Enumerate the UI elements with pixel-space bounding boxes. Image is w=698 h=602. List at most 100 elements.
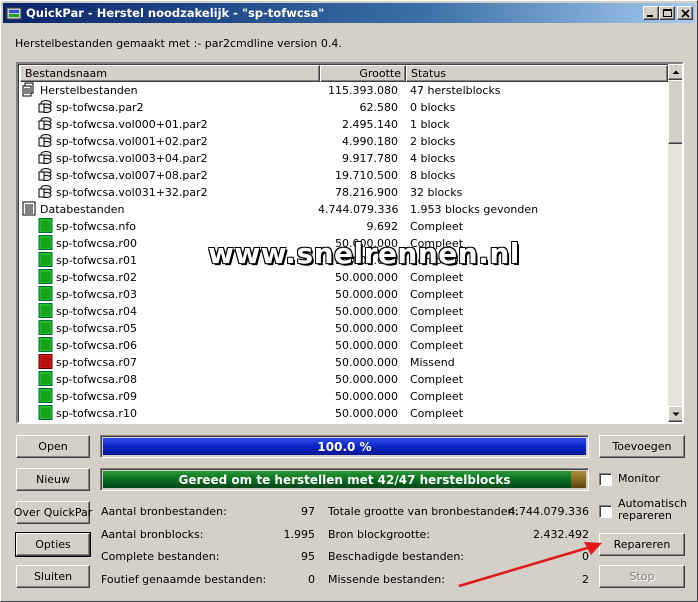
file-name: sp-tofwcsa.vol001+02.par2 (56, 135, 208, 148)
file-size: 50.000.000 (335, 373, 398, 386)
file-row[interactable]: sp-tofwcsa.vol001+02.par2 4.990.180 2 bloc… (20, 133, 668, 150)
file-row[interactable]: sp-tofwcsa.r07 50.000.000 Missend (20, 353, 668, 371)
file-status: Compleet (410, 373, 464, 386)
file-name-cell: sp-tofwcsa.r02 (38, 268, 137, 287)
file-row[interactable]: sp-tofwcsa.r04 50.000.000 Compleet (20, 302, 668, 320)
title-bar[interactable]: QuickPar - Herstel noodzakelijk - "sp-to… (3, 3, 695, 23)
complete-file-icon (38, 370, 56, 389)
file-row[interactable]: sp-tofwcsa.r10 50.000.000 Compleet (20, 404, 668, 422)
file-name: sp-tofwcsa.par2 (56, 101, 144, 114)
verify-progress-text: 100.0 % (317, 440, 372, 454)
file-row[interactable]: sp-tofwcsa.r03 50.000.000 Compleet (20, 285, 668, 303)
file-status: 4 blocks (410, 152, 456, 165)
close-button[interactable]: Sluiten (16, 565, 90, 588)
minimize-button[interactable] (643, 6, 659, 20)
options-button[interactable]: Opties (15, 532, 91, 557)
quickpar-app-icon (6, 7, 22, 20)
file-name: sp-tofwcsa.vol031+32.par2 (56, 186, 208, 199)
creator-info: Herstelbestanden gemaakt met :- par2cmdl… (15, 37, 342, 50)
file-size: 50.000.000 (335, 407, 398, 420)
column-header-name[interactable]: Bestandsnaam (20, 65, 320, 82)
file-name-cell: sp-tofwcsa.r08 (38, 370, 137, 389)
scroll-down-button[interactable] (668, 406, 682, 422)
file-name-cell: Databestanden (22, 201, 125, 218)
auto-repair-checkbox-box[interactable] (599, 505, 612, 518)
file-name: Herstelbestanden (40, 84, 138, 97)
monitor-checkbox[interactable]: Monitor (599, 472, 660, 486)
annotation-arrow-icon (458, 542, 602, 588)
file-row[interactable]: sp-tofwcsa.r06 50.000.000 Compleet (20, 336, 668, 354)
file-status: Compleet (410, 220, 464, 233)
close-window-button[interactable] (677, 6, 693, 20)
close-icon (681, 9, 690, 18)
file-size: 50.000.000 (335, 322, 398, 335)
file-name-cell: sp-tofwcsa.r00 (38, 234, 137, 252)
file-status: Compleet (410, 288, 464, 301)
recovery-group-icon (22, 82, 40, 100)
file-status: Compleet (410, 390, 464, 403)
file-row[interactable]: sp-tofwcsa.vol003+04.par2 9.917.780 4 bloc… (20, 150, 668, 167)
source-files-value: 97 (301, 505, 315, 518)
file-name: sp-tofwcsa.r01 (56, 254, 137, 267)
missing-files-label: Missende bestanden: (328, 573, 445, 586)
file-name: sp-tofwcsa.r09 (56, 390, 137, 403)
auto-repair-checkbox[interactable]: Automatisch repareren (599, 498, 687, 522)
par2-file-icon (38, 116, 56, 134)
file-name-cell: sp-tofwcsa.vol000+01.par2 (38, 116, 208, 133)
complete-file-icon (38, 251, 56, 270)
repair-button[interactable]: Repareren (599, 533, 685, 556)
column-header-size[interactable]: Grootte (320, 65, 406, 82)
file-name: sp-tofwcsa.vol003+04.par2 (56, 152, 208, 165)
damaged-files-label: Beschadigde bestanden: (328, 550, 465, 563)
data-group-icon (22, 201, 40, 219)
new-button[interactable]: Nieuw (16, 468, 90, 491)
file-size: 19.710.500 (335, 169, 398, 182)
file-row[interactable]: sp-tofwcsa.r09 50.000.000 Compleet (20, 387, 668, 406)
par2-file-icon (38, 133, 56, 151)
file-size: 50.000.000 (335, 390, 398, 403)
file-row[interactable]: sp-tofwcsa.vol031+32.par2 78.216.900 32 bl… (20, 184, 668, 201)
minimize-icon (647, 15, 653, 17)
file-status: 1 block (410, 118, 450, 131)
file-row[interactable]: sp-tofwcsa.r02 50.000.000 Compleet (20, 268, 668, 287)
maximize-icon (663, 9, 672, 17)
file-row[interactable]: Herstelbestanden 115.393.080 47 herstelblo… (20, 82, 668, 99)
file-name: sp-tofwcsa.r00 (56, 237, 137, 250)
add-button[interactable]: Toevoegen (599, 435, 685, 458)
file-row[interactable]: sp-tofwcsa.par2 62.580 0 blocks (20, 99, 668, 116)
file-size: 2.495.140 (342, 118, 398, 131)
column-header-status[interactable]: Status (406, 65, 668, 82)
window-title: QuickPar - Herstel noodzakelijk - "sp-to… (26, 6, 325, 20)
scroll-up-button[interactable] (668, 64, 682, 80)
file-status: Compleet (410, 339, 464, 352)
list-scrollbar[interactable] (668, 64, 682, 422)
maximize-button[interactable] (659, 6, 675, 20)
par2-file-icon (38, 99, 56, 117)
arrow-down-icon (672, 412, 680, 416)
file-row[interactable]: sp-tofwcsa.r08 50.000.000 Compleet (20, 370, 668, 389)
open-button[interactable]: Open (16, 435, 90, 458)
file-row[interactable]: sp-tofwcsa.vol000+01.par2 2.495.140 1 bloc… (20, 116, 668, 133)
scroll-thumb[interactable] (668, 80, 682, 144)
stop-button[interactable]: Stop (599, 565, 685, 588)
file-status: 32 blocks (410, 186, 463, 199)
file-name-cell: sp-tofwcsa.r07 (38, 353, 137, 371)
file-row[interactable]: sp-tofwcsa.vol007+08.par2 19.710.500 8 blo… (20, 167, 668, 184)
about-button[interactable]: Over QuickPar (14, 501, 92, 524)
file-name-cell: sp-tofwcsa.vol007+08.par2 (38, 167, 208, 184)
repair-status-bar: Gereed om te herstellen met 42/47 herste… (100, 468, 589, 491)
arrow-up-icon (672, 70, 680, 74)
complete-file-icon (38, 319, 56, 338)
file-name-cell: sp-tofwcsa.nfo (38, 217, 136, 235)
file-name: sp-tofwcsa.r03 (56, 288, 137, 301)
file-size: 62.580 (359, 101, 399, 114)
file-row[interactable]: sp-tofwcsa.r05 50.000.000 Compleet (20, 319, 668, 338)
file-name-cell: sp-tofwcsa.vol031+32.par2 (38, 184, 208, 201)
file-status: Compleet (410, 407, 464, 420)
monitor-checkbox-box[interactable] (599, 473, 612, 486)
complete-file-icon (38, 387, 56, 406)
file-row[interactable]: Databestanden 4.744.079.336 1.953 blocks g… (20, 201, 668, 218)
complete-file-icon (38, 268, 56, 287)
complete-files-value: 95 (301, 550, 315, 563)
file-row[interactable]: sp-tofwcsa.nfo 9.692 Compleet (20, 217, 668, 235)
